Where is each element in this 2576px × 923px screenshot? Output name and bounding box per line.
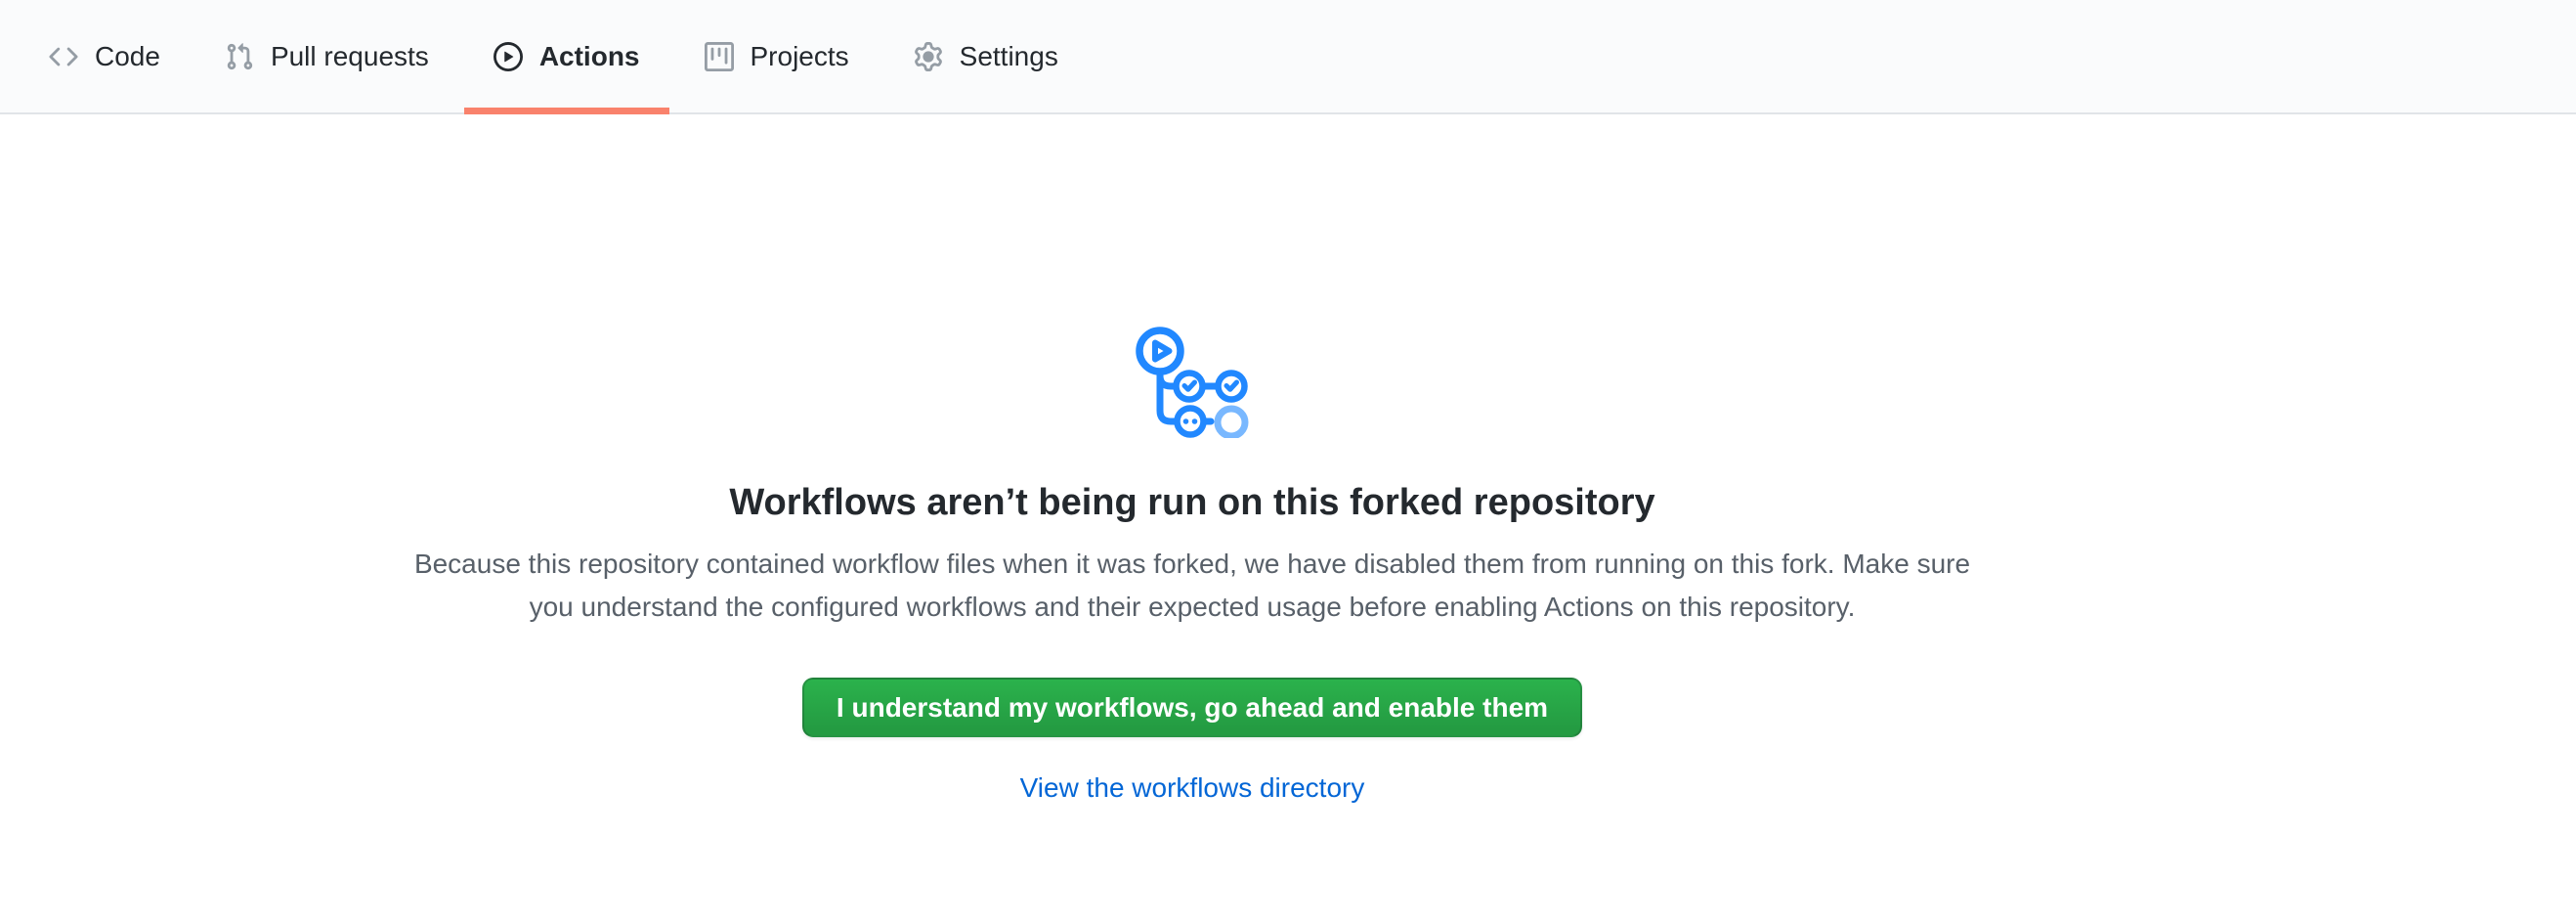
- blankslate-heading: Workflows aren’t being run on this forke…: [410, 478, 1974, 527]
- workflows-disabled-blankslate: Workflows aren’t being run on this forke…: [410, 327, 1974, 804]
- enable-workflows-button[interactable]: I understand my workflows, go ahead and …: [802, 678, 1582, 737]
- tab-code[interactable]: Code: [20, 0, 190, 112]
- git-pull-request-icon: [225, 42, 254, 71]
- actions-content: Workflows aren’t being run on this forke…: [0, 327, 2576, 804]
- actions-workflow-graph-icon: [1136, 327, 1249, 438]
- view-workflows-directory-link[interactable]: View the workflows directory: [1020, 772, 1365, 803]
- tab-label: Projects: [751, 43, 849, 70]
- tab-label: Code: [95, 43, 160, 70]
- link-row: View the workflows directory: [410, 772, 1974, 804]
- tab-label: Settings: [960, 43, 1058, 70]
- tab-projects[interactable]: Projects: [675, 0, 879, 112]
- blankslate-description: Because this repository contained workfl…: [410, 543, 1974, 629]
- tab-label: Pull requests: [271, 43, 429, 70]
- repo-tab-bar: Code Pull requests Actions Projects Sett…: [0, 0, 2576, 114]
- tab-pull-requests[interactable]: Pull requests: [195, 0, 458, 112]
- gear-icon: [914, 42, 943, 71]
- tab-label: Actions: [539, 43, 640, 70]
- code-icon: [49, 42, 78, 71]
- project-board-icon: [705, 42, 734, 71]
- play-circle-icon: [494, 42, 523, 71]
- tab-actions[interactable]: Actions: [464, 0, 669, 112]
- tab-settings[interactable]: Settings: [884, 0, 1088, 112]
